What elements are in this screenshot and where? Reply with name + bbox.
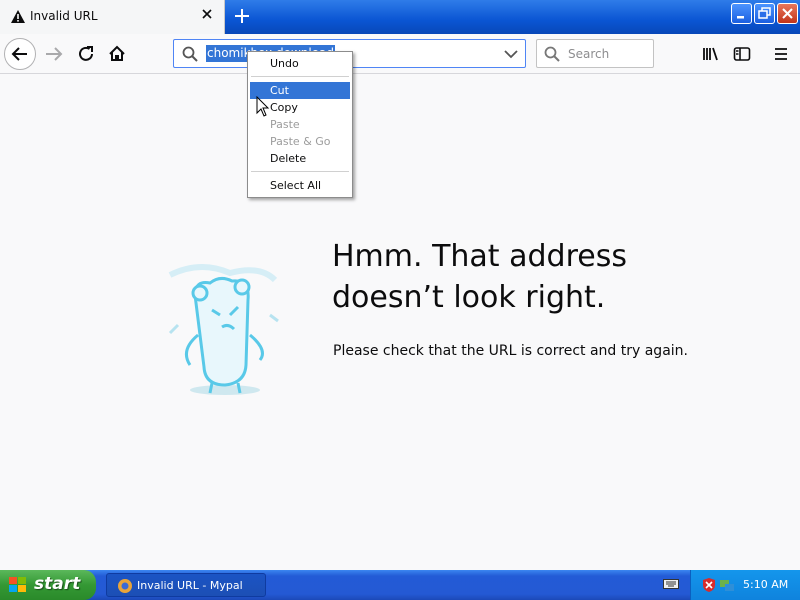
restore-button[interactable] bbox=[754, 3, 775, 24]
windows-logo-icon bbox=[9, 577, 26, 592]
search-placeholder: Search bbox=[568, 47, 610, 61]
clock: 5:10 AM bbox=[743, 578, 789, 591]
close-window-button[interactable] bbox=[777, 3, 798, 24]
taskbar-item-mypal[interactable]: Invalid URL - Mypal bbox=[106, 573, 266, 597]
taskbar-item-label: Invalid URL - Mypal bbox=[137, 579, 243, 592]
menu-item-select-all[interactable]: Select All bbox=[250, 177, 350, 194]
close-window-icon bbox=[782, 8, 793, 19]
reload-icon bbox=[79, 46, 93, 61]
menu-separator bbox=[251, 171, 349, 172]
forward-arrow-icon bbox=[46, 47, 63, 61]
navigation-toolbar: chomikbox download Search bbox=[0, 34, 800, 74]
home-icon bbox=[109, 45, 125, 61]
tab-invalid-url[interactable]: Invalid URL bbox=[0, 0, 225, 34]
warning-icon bbox=[11, 10, 25, 23]
new-tab-icon[interactable] bbox=[232, 6, 252, 26]
menu-item-paste-go[interactable]: Paste & Go bbox=[250, 133, 350, 150]
close-tab-icon[interactable] bbox=[200, 7, 214, 21]
minimize-button[interactable] bbox=[731, 3, 752, 24]
search-icon bbox=[544, 46, 560, 62]
network-icon[interactable] bbox=[719, 577, 735, 593]
security-shield-icon[interactable] bbox=[701, 577, 717, 593]
error-title: Hmm. That address doesn’t look right. bbox=[332, 239, 627, 315]
taskbar: start Invalid URL - Mypal 5:10 AM bbox=[0, 570, 800, 600]
menu-separator bbox=[251, 76, 349, 77]
system-tray: 5:10 AM bbox=[690, 570, 800, 600]
chevron-down-icon[interactable] bbox=[504, 49, 518, 59]
menu-item-paste[interactable]: Paste bbox=[250, 116, 350, 133]
hamburger-menu-icon[interactable] bbox=[771, 44, 791, 64]
tab-strip: Invalid URL bbox=[0, 0, 800, 34]
search-icon bbox=[182, 46, 198, 62]
home-button[interactable] bbox=[101, 38, 133, 70]
start-label: start bbox=[34, 574, 81, 594]
tab-title: Invalid URL bbox=[30, 9, 98, 23]
back-button[interactable] bbox=[4, 38, 36, 70]
restore-icon bbox=[758, 7, 771, 19]
context-menu: Undo Cut Copy Paste Paste & Go Delete Se… bbox=[247, 51, 353, 198]
mouse-cursor-icon bbox=[256, 96, 270, 117]
mypal-app-icon bbox=[118, 579, 132, 593]
keyboard-icon[interactable] bbox=[663, 577, 679, 591]
error-message: Please check that the URL is correct and… bbox=[333, 343, 688, 359]
confused-dino-illustration bbox=[168, 263, 279, 395]
library-icon[interactable] bbox=[701, 44, 721, 64]
minimize-icon bbox=[737, 16, 744, 19]
forward-button[interactable] bbox=[38, 38, 70, 70]
start-button[interactable]: start bbox=[0, 570, 96, 600]
back-arrow-icon bbox=[11, 47, 27, 61]
menu-item-undo[interactable]: Undo bbox=[250, 55, 350, 72]
menu-item-delete[interactable]: Delete bbox=[250, 150, 350, 167]
reload-button[interactable] bbox=[70, 38, 102, 70]
search-box[interactable]: Search bbox=[536, 39, 654, 68]
sidebar-icon[interactable] bbox=[732, 44, 752, 64]
